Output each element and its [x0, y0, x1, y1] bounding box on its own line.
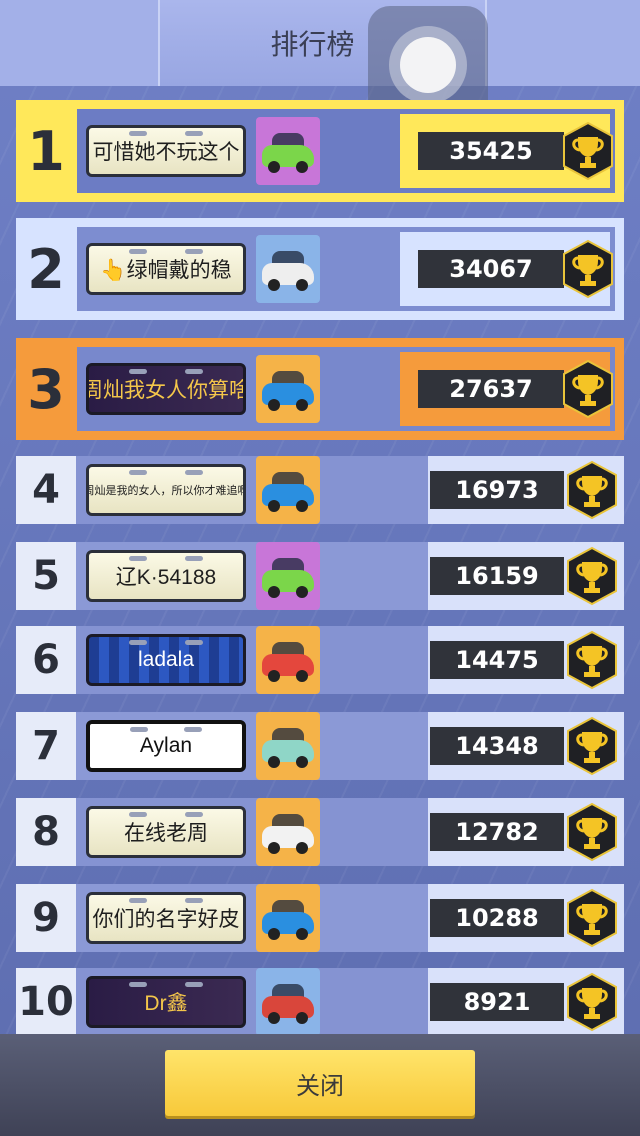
score-value: 16159 [430, 557, 564, 595]
leaderboard-row: 1 可惜她不玩这个 35425 [16, 100, 624, 202]
trophy-badge [566, 716, 618, 776]
assistive-touch-dot [400, 37, 456, 93]
name-plate: 辽K·54188 [86, 550, 246, 602]
car-avatar [256, 712, 320, 780]
rank-number: 1 [27, 119, 65, 183]
car-avatar [256, 884, 320, 952]
leaderboard-row: 6 ladala 14475 [16, 626, 624, 694]
rank-number: 8 [16, 798, 76, 866]
name-plate: ladala [86, 634, 246, 686]
leaderboard-row: 2 👆绿帽戴的稳 34067 [16, 218, 624, 320]
car-avatar [256, 235, 320, 303]
trophy-icon [563, 121, 613, 181]
leaderboard-row: 4 周灿是我的女人，所以你才难追啊 16973 [16, 456, 624, 524]
header-right-tab [485, 0, 640, 86]
trophy-badge [566, 546, 618, 606]
leaderboard-row: 8 在线老周 12782 [16, 798, 624, 866]
trophy-badge [562, 121, 614, 181]
trophy-icon [567, 972, 617, 1032]
leaderboard-row: 5 辽K·54188 16159 [16, 542, 624, 610]
score-value: 35425 [418, 132, 564, 170]
car-avatar [256, 626, 320, 694]
trophy-icon [567, 888, 617, 948]
score-value: 10288 [430, 899, 564, 937]
trophy-badge [566, 460, 618, 520]
score-value: 14348 [430, 727, 564, 765]
trophy-badge [566, 972, 618, 1032]
car-avatar [256, 542, 320, 610]
car-avatar [256, 456, 320, 524]
score-value: 16973 [430, 471, 564, 509]
trophy-icon [567, 460, 617, 520]
score-value: 12782 [430, 813, 564, 851]
trophy-badge [562, 239, 614, 299]
name-plate: 周灿是我的女人，所以你才难追啊 [86, 464, 246, 516]
name-plate: Dr鑫 [86, 976, 246, 1028]
score-value: 8921 [430, 983, 564, 1021]
leaderboard-row: 9 你们的名字好皮 10288 [16, 884, 624, 952]
header: 排行榜 [0, 0, 640, 86]
close-button[interactable]: 关闭 [165, 1050, 475, 1116]
rank-number: 2 [27, 237, 65, 301]
trophy-icon [567, 630, 617, 690]
car-avatar [256, 117, 320, 185]
trophy-badge [566, 630, 618, 690]
rank-number: 9 [16, 884, 76, 952]
trophy-badge [566, 802, 618, 862]
rank-number: 3 [27, 357, 65, 421]
car-avatar [256, 355, 320, 423]
trophy-icon [563, 359, 613, 419]
trophy-icon [567, 546, 617, 606]
rank-number: 4 [16, 456, 76, 524]
leaderboard-row: 7 Aylan 14348 [16, 712, 624, 780]
header-left-tab [0, 0, 160, 86]
trophy-badge [566, 888, 618, 948]
leaderboard-row: 10 Dr鑫 8921 [16, 968, 624, 1036]
score-value: 27637 [418, 370, 564, 408]
name-plate: 你们的名字好皮 [86, 892, 246, 944]
car-avatar [256, 798, 320, 866]
trophy-icon [563, 239, 613, 299]
trophy-icon [567, 716, 617, 776]
trophy-badge [562, 359, 614, 419]
name-plate: 可惜她不玩这个 [86, 125, 246, 177]
name-plate: 👆绿帽戴的稳 [86, 243, 246, 295]
name-plate: 周灿我女人你算啥 [86, 363, 246, 415]
rank-number: 7 [16, 712, 76, 780]
name-plate: 在线老周 [86, 806, 246, 858]
rank-number: 10 [16, 968, 76, 1036]
trophy-icon [567, 802, 617, 862]
score-value: 14475 [430, 641, 564, 679]
rank-number: 6 [16, 626, 76, 694]
leaderboard-row: 3 周灿我女人你算啥 27637 [16, 338, 624, 440]
rank-number: 5 [16, 542, 76, 610]
name-plate: Aylan [86, 720, 246, 772]
car-avatar [256, 968, 320, 1036]
score-value: 34067 [418, 250, 564, 288]
assistive-touch-ring [389, 26, 467, 104]
